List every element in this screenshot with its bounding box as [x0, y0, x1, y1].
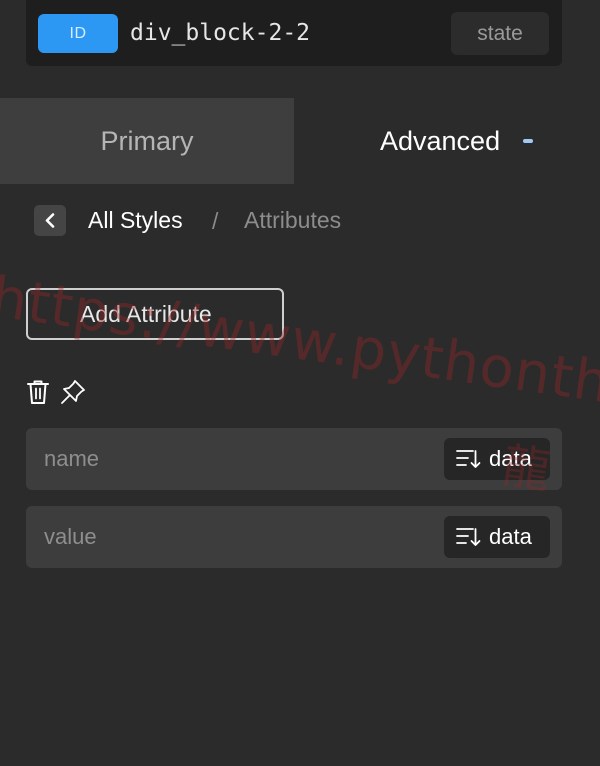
- breadcrumb-attributes: Attributes: [244, 207, 342, 233]
- tab-advanced[interactable]: Advanced: [294, 98, 600, 184]
- add-attribute-label: Add Attribute: [80, 301, 212, 327]
- attribute-name-placeholder: name: [44, 446, 100, 471]
- tab-primary[interactable]: Primary: [0, 98, 294, 184]
- selector-bar: ID div_block-2-2 state: [26, 0, 562, 66]
- state-button[interactable]: state: [451, 12, 549, 55]
- attribute-value-placeholder: value: [44, 524, 97, 549]
- attribute-name-data-label: data: [489, 446, 532, 471]
- breadcrumb-separator: /: [212, 208, 219, 234]
- attribute-value-field[interactable]: value data: [26, 506, 562, 568]
- tab-active-indicator: [523, 139, 533, 143]
- back-button[interactable]: [34, 205, 66, 236]
- attribute-value-data-label: data: [489, 524, 532, 549]
- sort-down-icon: [456, 528, 481, 546]
- trash-icon[interactable]: [26, 379, 50, 410]
- panel-tabs: Primary Advanced: [0, 98, 600, 184]
- add-attribute-button[interactable]: Add Attribute: [26, 288, 284, 340]
- attribute-name-data-button[interactable]: data: [444, 438, 550, 480]
- chevron-left-icon: [45, 213, 55, 228]
- id-badge[interactable]: ID: [38, 14, 118, 53]
- pin-icon[interactable]: [60, 379, 86, 410]
- sort-down-icon: [456, 450, 481, 468]
- breadcrumb-all-styles[interactable]: All Styles: [88, 205, 183, 235]
- tab-advanced-label: Advanced: [380, 126, 501, 156]
- attribute-value-data-button[interactable]: data: [444, 516, 550, 558]
- attribute-name-field[interactable]: name data: [26, 428, 562, 490]
- selector-name[interactable]: div_block-2-2: [130, 18, 310, 48]
